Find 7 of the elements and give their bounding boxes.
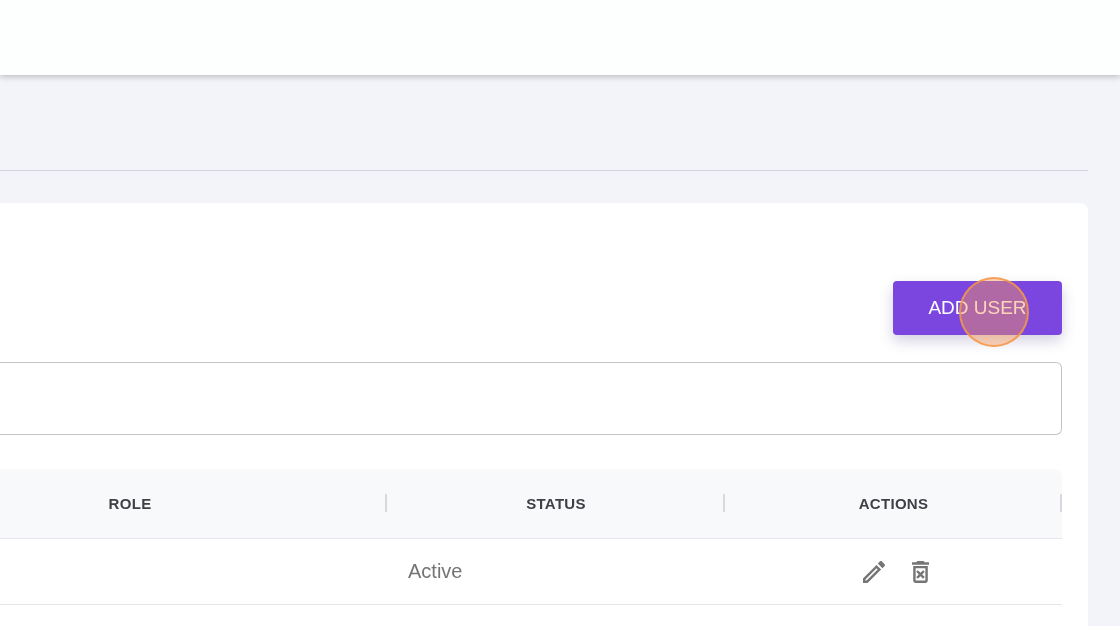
column-header: STATUS — [526, 495, 586, 512]
delete-icon[interactable] — [911, 560, 929, 583]
column-header: ROLE — [108, 495, 152, 512]
search-field[interactable] — [0, 362, 1062, 435]
edit-icon[interactable] — [862, 560, 885, 583]
column-header: ACTIONS — [858, 495, 929, 512]
status-text: Active — [408, 560, 463, 583]
